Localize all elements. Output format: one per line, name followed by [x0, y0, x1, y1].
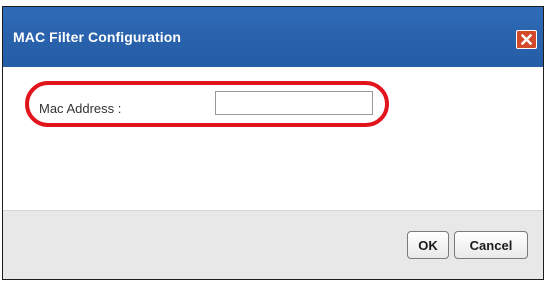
highlight-annotation — [25, 81, 389, 127]
close-button[interactable] — [516, 30, 537, 49]
dialog-content: Mac Address : — [3, 67, 543, 210]
dialog-title: MAC Filter Configuration — [13, 29, 182, 45]
cancel-button[interactable]: Cancel — [454, 231, 528, 259]
dialog-titlebar: MAC Filter Configuration — [3, 7, 543, 67]
close-icon — [521, 34, 532, 45]
mac-filter-dialog: MAC Filter Configuration Mac Address : O… — [2, 6, 544, 280]
ok-button[interactable]: OK — [407, 231, 449, 259]
dialog-footer: OK Cancel — [3, 210, 543, 279]
